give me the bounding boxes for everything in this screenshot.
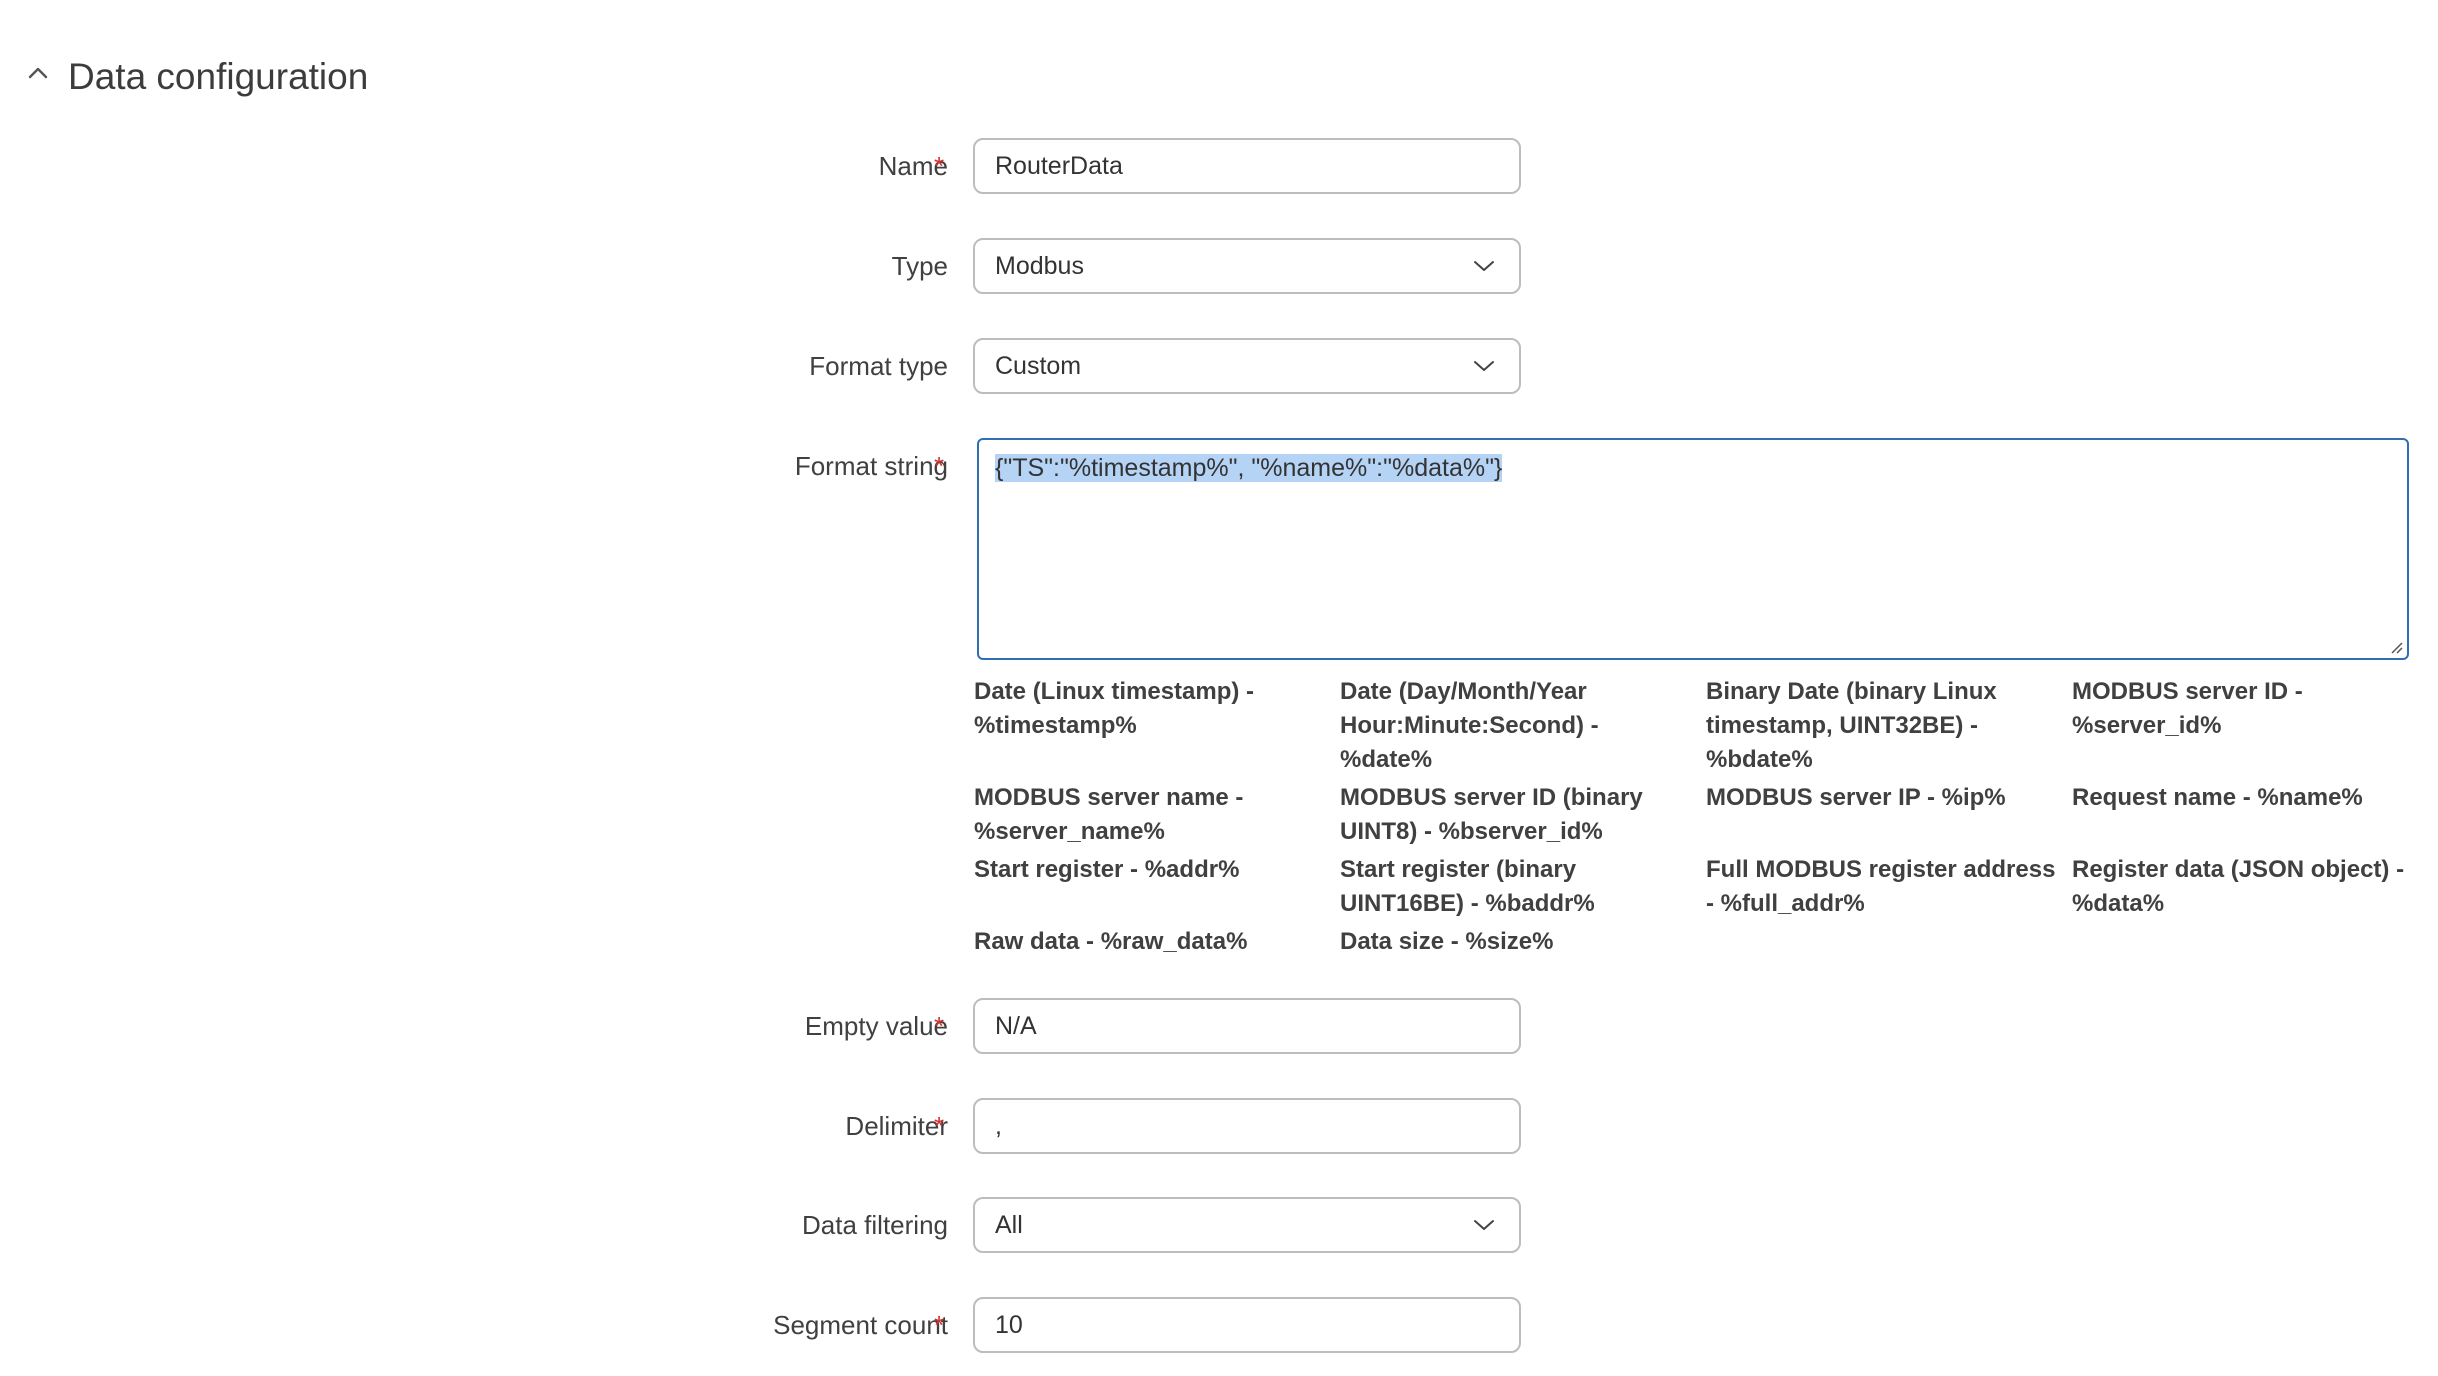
data-filtering-select-value: All xyxy=(995,1210,1023,1239)
section-title: Data configuration xyxy=(68,56,369,97)
help-item: MODBUS server ID - %server_id% xyxy=(2072,678,2303,739)
data-filtering-select[interactable]: All xyxy=(973,1197,1521,1253)
chevron-down-icon xyxy=(1474,1220,1494,1230)
help-item: Register data (JSON object) - %data% xyxy=(2072,856,2405,917)
format-string-label: Format string xyxy=(794,451,948,481)
data-filtering-label: Data filtering xyxy=(802,1210,948,1240)
type-select[interactable]: Modbus xyxy=(973,238,1521,294)
help-item: Raw data - %raw_data% xyxy=(974,928,1248,955)
help-item: Start register (binary UINT16BE) - %badd… xyxy=(1340,856,1595,917)
required-mark: * xyxy=(934,1011,945,1041)
required-mark: * xyxy=(934,1310,945,1340)
data-configuration-page: Data configuration Name * Type Modbus Fo… xyxy=(0,0,2438,1376)
required-mark: * xyxy=(934,1111,945,1141)
help-item: MODBUS server ID (binary UINT8) - %bserv… xyxy=(1340,784,1643,845)
format-type-select-value: Custom xyxy=(995,351,1082,380)
segment-count-input[interactable] xyxy=(973,1297,1521,1353)
type-label: Type xyxy=(891,251,948,281)
help-item: Full MODBUS register address - %full_add… xyxy=(1706,856,2056,917)
chevron-up-icon[interactable] xyxy=(26,61,50,85)
type-select-value: Modbus xyxy=(995,251,1084,280)
chevron-down-icon xyxy=(1474,361,1494,371)
resize-grip-icon[interactable] xyxy=(2389,640,2403,654)
help-item: Date (Linux timestamp) - %timestamp% xyxy=(974,678,1255,739)
name-input[interactable] xyxy=(973,138,1521,194)
delimiter-label: Delimiter xyxy=(845,1111,948,1141)
chevron-down-icon xyxy=(1474,261,1494,271)
delimiter-input[interactable] xyxy=(973,1098,1521,1154)
help-item: Data size - %size% xyxy=(1340,928,1554,955)
section-header[interactable]: Data configuration xyxy=(26,52,368,102)
format-type-select[interactable]: Custom xyxy=(973,338,1521,394)
empty-value-label: Empty value xyxy=(804,1011,948,1041)
help-item: MODBUS server name - %server_name% xyxy=(974,784,1244,845)
format-string-value: {"TS":"%timestamp%", "%name%":"%data%"} xyxy=(995,454,1503,482)
help-item: Request name - %name% xyxy=(2072,784,2363,811)
required-mark: * xyxy=(934,451,945,481)
help-item: MODBUS server IP - %ip% xyxy=(1706,784,2006,811)
help-item: Start register - %addr% xyxy=(974,856,1240,883)
format-string-textarea[interactable]: {"TS":"%timestamp%", "%name%":"%data%"} xyxy=(977,438,2409,660)
format-type-label: Format type xyxy=(809,351,948,381)
help-item: Binary Date (binary Linux timestamp, UIN… xyxy=(1706,678,1997,773)
help-item: Date (Day/Month/Year Hour:Minute:Second)… xyxy=(1340,678,1599,773)
segment-count-label: Segment count xyxy=(773,1310,948,1340)
required-mark: * xyxy=(934,151,945,181)
empty-value-input[interactable] xyxy=(973,998,1521,1054)
